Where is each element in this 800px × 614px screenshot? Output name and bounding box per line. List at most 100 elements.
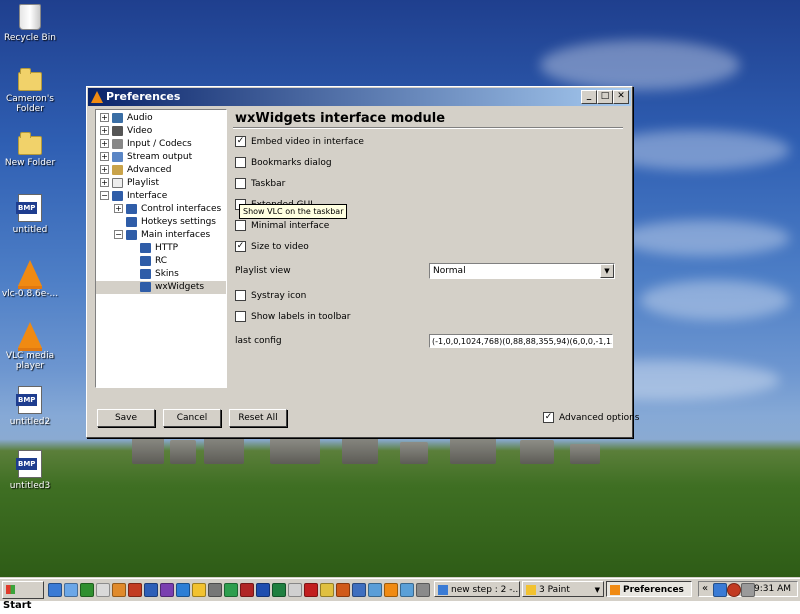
option-size-to-video[interactable]: ✓ Size to video (235, 240, 309, 254)
show-desktop-icon[interactable] (64, 583, 78, 597)
checkbox-icon[interactable] (235, 220, 246, 231)
minimize-button[interactable]: _ (581, 90, 597, 104)
taskbar-option-tooltip: Show VLC on the taskbar (239, 204, 348, 219)
interface-icon (140, 281, 151, 292)
tree-item-playlist[interactable]: + Playlist (100, 177, 160, 190)
tree-item-audio[interactable]: + Audio (100, 112, 154, 125)
ie-icon[interactable] (48, 583, 62, 597)
app-icon[interactable] (336, 583, 350, 597)
app-icon[interactable] (144, 583, 158, 597)
tree-item-http[interactable]: HTTP (140, 242, 179, 255)
reset-all-button[interactable]: Reset All (229, 409, 287, 427)
chevron-down-icon: ▼ (594, 586, 600, 594)
chevron-down-icon[interactable]: ▼ (600, 264, 614, 278)
app-icon[interactable] (208, 583, 222, 597)
app-icon[interactable] (160, 583, 174, 597)
collapse-icon[interactable]: − (114, 230, 123, 239)
preferences-tree[interactable]: + Audio + Video + Input / Codecs + Stream ou… (95, 109, 227, 388)
app-icon[interactable] (176, 583, 190, 597)
word-icon[interactable] (256, 583, 270, 597)
app-icon[interactable] (288, 583, 302, 597)
interface-icon (140, 242, 151, 253)
tray-app-icon[interactable] (713, 583, 727, 597)
app-icon[interactable] (240, 583, 254, 597)
acrobat-icon[interactable] (304, 583, 318, 597)
tree-item-video[interactable]: + Video (100, 125, 153, 138)
taskbar-task-new-step[interactable]: new step : 2 -... (434, 581, 520, 597)
checkbox-icon[interactable] (235, 311, 246, 322)
app-icon[interactable] (400, 583, 414, 597)
app-icon[interactable] (224, 583, 238, 597)
tree-item-input-codecs[interactable]: + Input / Codecs (100, 138, 193, 151)
maximize-button[interactable]: □ (597, 90, 613, 104)
start-button[interactable]: Start (2, 581, 44, 611)
desktop-icon-untitled2[interactable]: BMP untitled2 (0, 386, 60, 427)
app-icon[interactable] (192, 583, 206, 597)
checkbox-icon[interactable] (235, 178, 246, 189)
tree-item-main-interfaces[interactable]: − Main interfaces (114, 229, 211, 242)
app-icon[interactable] (320, 583, 334, 597)
excel-icon[interactable] (272, 583, 286, 597)
tree-item-rc[interactable]: RC (140, 255, 168, 268)
vlc-cone-icon[interactable] (384, 583, 398, 597)
option-minimal-interface[interactable]: Minimal interface (235, 219, 329, 233)
desktop-icon-camerons-folder[interactable]: Cameron's Folder (0, 66, 60, 114)
option-embed-video[interactable]: ✓ Embed video in interface (235, 135, 364, 149)
desktop-icon-recycle-bin[interactable]: Recycle Bin (0, 4, 60, 43)
desktop-icon-vlc-media-player[interactable]: VLC media player (0, 322, 60, 371)
tree-item-wxwidgets[interactable]: wxWidgets (96, 281, 226, 294)
cancel-button[interactable]: Cancel (163, 409, 221, 427)
desktop-icon-new-folder[interactable]: New Folder (0, 130, 60, 168)
speaker-icon[interactable] (741, 583, 755, 597)
clock: 9:31 AM (754, 584, 791, 594)
checkbox-checked-icon[interactable]: ✓ (235, 136, 246, 147)
interface-icon (112, 190, 123, 201)
expand-icon[interactable]: + (114, 204, 123, 213)
app-icon[interactable] (368, 583, 382, 597)
tree-item-interface[interactable]: − Interface (100, 190, 168, 203)
explorer-icon[interactable] (96, 583, 110, 597)
firefox-icon[interactable] (112, 583, 126, 597)
desktop-icon-label: untitled3 (9, 481, 51, 491)
desktop-icon-untitled3[interactable]: BMP untitled3 (0, 450, 60, 491)
tray-expand-chevron[interactable]: « (702, 582, 708, 596)
option-bookmarks-dialog[interactable]: Bookmarks dialog (235, 156, 332, 170)
app-icon[interactable] (352, 583, 366, 597)
window-titlebar[interactable]: Preferences _ □ ✕ (88, 88, 631, 106)
collapse-icon[interactable]: − (100, 191, 109, 200)
save-button[interactable]: Save (97, 409, 155, 427)
expand-icon[interactable]: + (100, 152, 109, 161)
advanced-options-toggle[interactable]: ✓ Advanced options (543, 411, 639, 425)
checkbox-checked-icon[interactable]: ✓ (543, 412, 554, 423)
tree-item-control-interfaces[interactable]: + Control interfaces (114, 203, 222, 216)
option-show-labels-toolbar[interactable]: Show labels in toolbar (235, 310, 351, 324)
taskbar-task-preferences[interactable]: Preferences (606, 581, 692, 597)
interface-icon (140, 255, 151, 266)
checkbox-checked-icon[interactable]: ✓ (235, 241, 246, 252)
bmp-file-icon: BMP (16, 386, 42, 414)
tree-item-skins[interactable]: Skins (140, 268, 180, 281)
expand-icon[interactable]: + (100, 139, 109, 148)
desktop-icon-vlc-installer[interactable]: vlc-0.8.6e-... (0, 260, 60, 299)
app-icon[interactable] (128, 583, 142, 597)
tree-item-advanced[interactable]: + Advanced (100, 164, 172, 177)
playlist-view-select[interactable]: Normal ▼ (429, 263, 615, 279)
last-config-field[interactable]: (-1,0,0,1024,768)(0,88,88,355,94)(6,0,0,… (429, 334, 613, 348)
option-systray-icon[interactable]: Systray icon (235, 289, 306, 303)
expand-icon[interactable]: + (100, 113, 109, 122)
option-taskbar[interactable]: Taskbar (235, 177, 285, 191)
bmp-file-icon: BMP (16, 450, 42, 478)
checkbox-icon[interactable] (235, 157, 246, 168)
app-icon[interactable] (416, 583, 430, 597)
tree-item-stream-output[interactable]: + Stream output (100, 151, 193, 164)
tray-app-icon[interactable] (727, 583, 741, 597)
tree-item-hotkeys-settings[interactable]: Hotkeys settings (126, 216, 217, 229)
close-button[interactable]: ✕ (613, 90, 629, 104)
desktop-icon-untitled[interactable]: BMP untitled (0, 194, 60, 235)
expand-icon[interactable]: + (100, 178, 109, 187)
expand-icon[interactable]: + (100, 165, 109, 174)
expand-icon[interactable]: + (100, 126, 109, 135)
media-player-icon[interactable] (80, 583, 94, 597)
checkbox-icon[interactable] (235, 290, 246, 301)
taskbar-task-paint[interactable]: 3 Paint ▼ (522, 581, 604, 597)
